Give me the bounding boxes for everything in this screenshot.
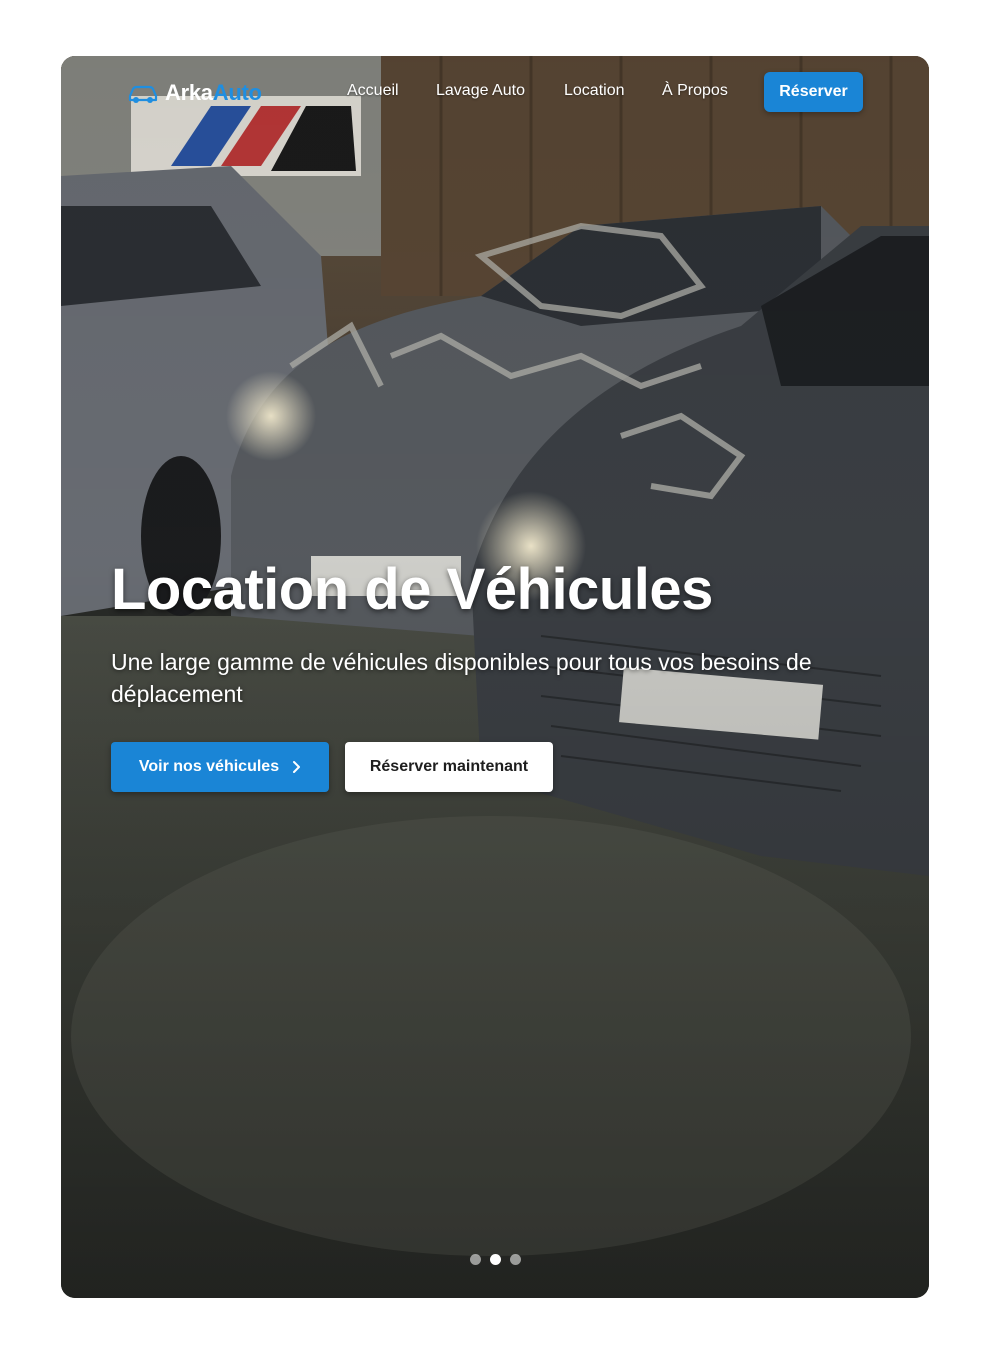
hero-subtitle: Une large gamme de véhicules disponibles… <box>111 649 812 707</box>
carousel-dot-1[interactable] <box>469 1254 481 1265</box>
brand-logo[interactable]: ArkaAuto <box>127 78 262 108</box>
nav-link-lavage-auto[interactable]: Lavage Auto <box>436 82 525 100</box>
brand-name: ArkaAuto <box>165 80 262 105</box>
view-vehicles-label: Voir nos véhicules <box>138 758 280 775</box>
carousel-dot-2[interactable] <box>489 1254 501 1265</box>
nav-link-location[interactable]: Location <box>564 82 625 100</box>
view-vehicles-button[interactable]: Voir nos véhicules <box>111 742 329 792</box>
carousel-dot-3[interactable] <box>509 1254 521 1265</box>
hero-title: Location de Véhicules <box>111 557 713 622</box>
carousel-indicators <box>61 1254 929 1265</box>
hero-section: ArkaAuto Accueil Lavage Auto Location À … <box>61 56 929 1298</box>
nav-link-a-propos[interactable]: À Propos <box>662 82 728 100</box>
nav-link-accueil[interactable]: Accueil <box>347 82 399 100</box>
car-icon <box>128 85 158 103</box>
chevron-right-icon <box>293 761 301 773</box>
navbar: ArkaAuto Accueil Lavage Auto Location À … <box>61 56 929 128</box>
book-now-button[interactable]: Réserver maintenant <box>345 742 553 792</box>
reserve-button[interactable]: Réserver <box>764 72 863 112</box>
